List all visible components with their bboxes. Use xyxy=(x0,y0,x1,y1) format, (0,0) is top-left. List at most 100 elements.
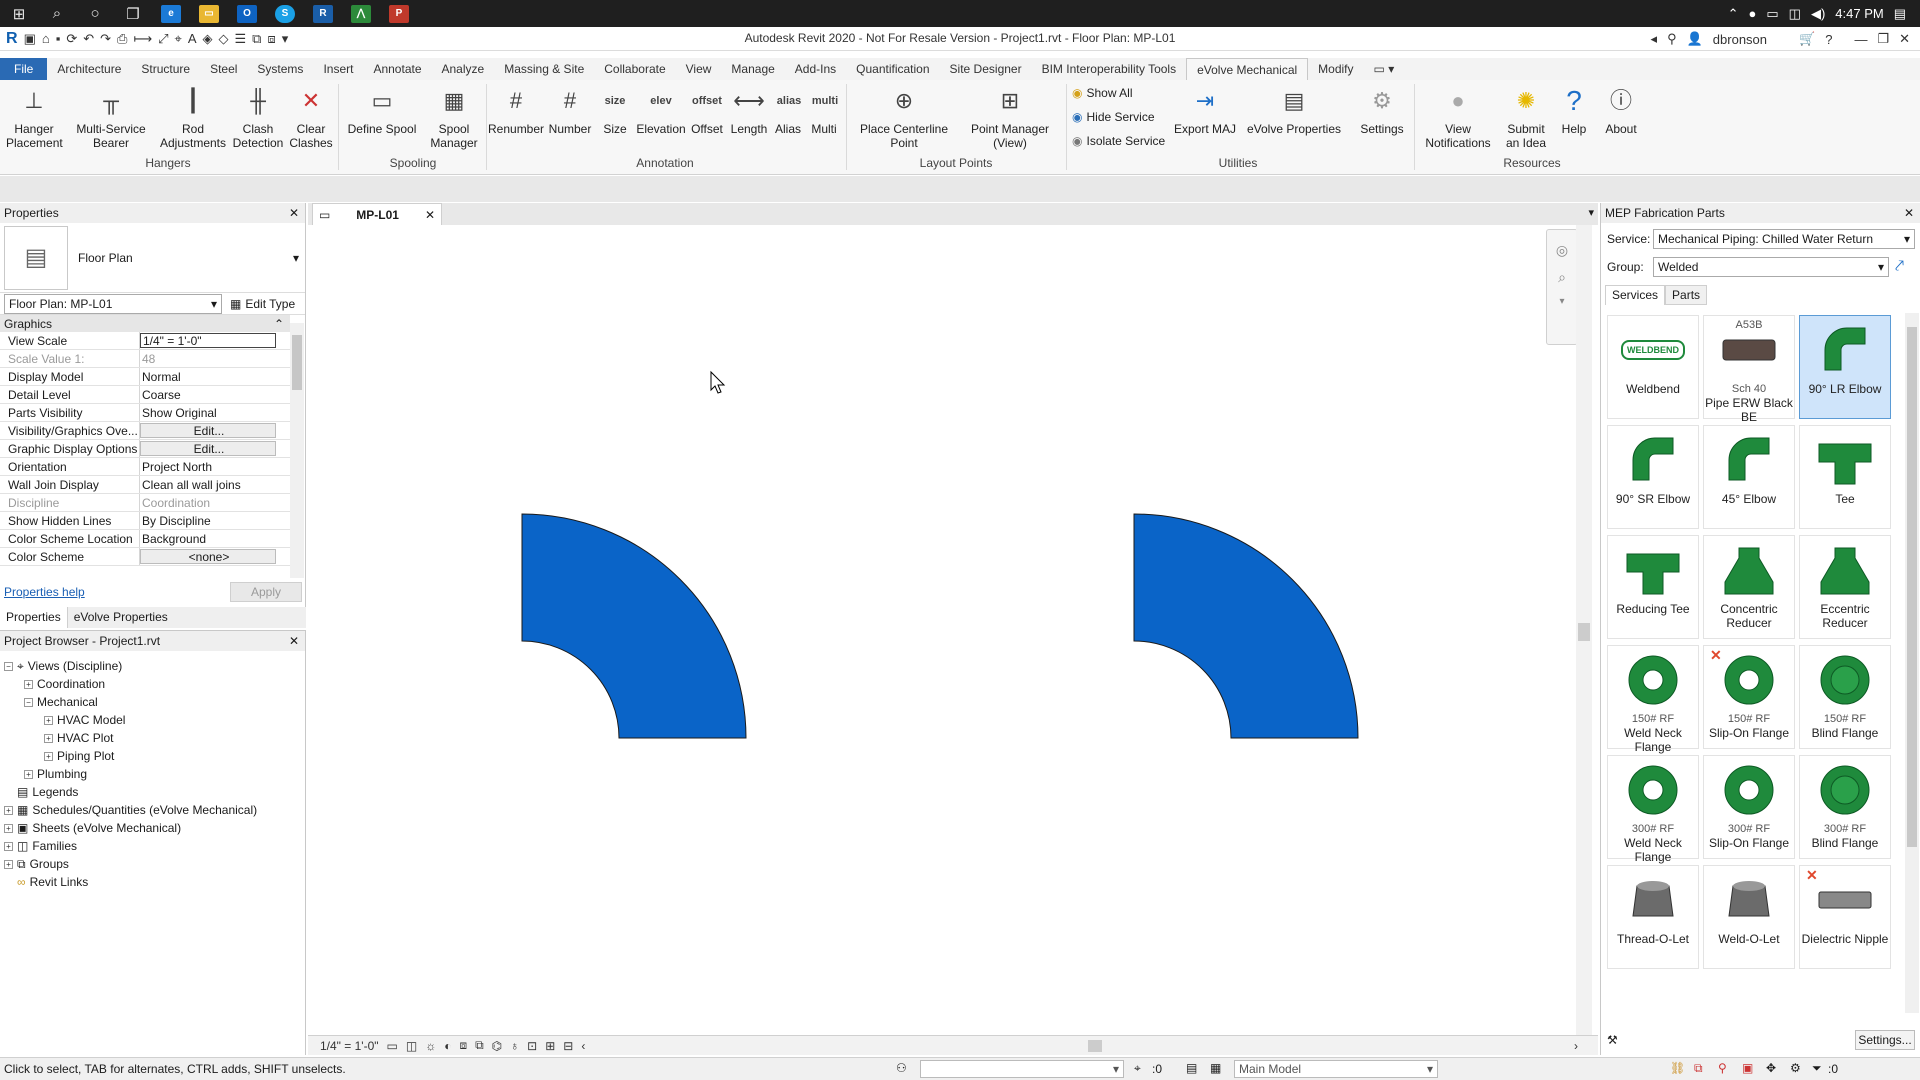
scroll-left-icon[interactable]: ‹ xyxy=(581,1039,585,1053)
tree-coordination[interactable]: + Coordination xyxy=(24,675,105,693)
point-manager-button[interactable]: ⊞ Point Manager (View) xyxy=(960,84,1060,151)
tab-evolve-mechanical[interactable]: eVolve Mechanical xyxy=(1186,58,1309,80)
save-icon[interactable]: ▪ xyxy=(56,31,61,46)
prop-row-vg-overrides[interactable]: Visibility/Graphics Ove... Edit... xyxy=(0,422,290,440)
chevron-down-icon[interactable]: ▾ xyxy=(293,251,299,265)
worksets-icon[interactable]: ⚇ xyxy=(896,1061,907,1075)
tab-properties[interactable]: Properties xyxy=(0,607,68,628)
p3-icon[interactable]: P xyxy=(380,0,418,27)
clash-detection-button[interactable]: ╫ Clash Detection xyxy=(230,84,286,151)
place-centerline-point-button[interactable]: ⊕ Place Centerline Point xyxy=(856,84,952,151)
edge-icon[interactable]: e xyxy=(152,0,190,27)
export-maj-button[interactable]: ⇥ Export MAJ xyxy=(1172,84,1238,137)
prop-row-view-scale[interactable]: View Scale 1/4" = 1'-0" xyxy=(0,332,290,350)
close-icon[interactable]: ✕ xyxy=(425,208,435,222)
expand-icon[interactable]: + xyxy=(44,733,53,743)
tab-steel[interactable]: Steel xyxy=(200,58,247,80)
part-tile[interactable]: Tee xyxy=(1799,425,1891,529)
size-button[interactable]: size Size xyxy=(596,84,634,136)
part-tile[interactable]: A53B Sch 40 Pipe ERW Black BE xyxy=(1703,315,1795,424)
view-scale-input[interactable]: 1/4" = 1'-0" xyxy=(140,333,276,348)
evolve-properties-button[interactable]: ▤ eVolve Properties xyxy=(1244,84,1344,137)
tab-analyze[interactable]: Analyze xyxy=(432,58,495,80)
tree-families[interactable]: + ◫ Families xyxy=(4,837,77,855)
parts-scrollbar[interactable] xyxy=(1905,313,1919,1013)
undo-icon[interactable]: ↶ xyxy=(83,31,94,47)
skype-icon[interactable]: S xyxy=(266,0,304,27)
part-tile[interactable]: 300# RF Slip-On Flange xyxy=(1703,755,1795,859)
workset-select[interactable]: ▾ xyxy=(920,1060,1124,1078)
select-pinned-icon[interactable]: ⚲ xyxy=(1718,1061,1727,1075)
part-tile[interactable]: Thread-O-Let xyxy=(1607,865,1699,969)
design-options-icon[interactable]: ▤ xyxy=(1186,1061,1197,1075)
revit-logo-icon[interactable]: R xyxy=(6,30,18,48)
horizontal-scrollbar[interactable] xyxy=(1088,1040,1102,1052)
part-tile[interactable]: WELDBEND Weldbend xyxy=(1607,315,1699,419)
edit-type-icon[interactable]: ▦ xyxy=(230,297,241,311)
tab-services[interactable]: Services xyxy=(1605,285,1666,305)
user-icon[interactable]: 👤 xyxy=(1687,31,1703,47)
battery-icon[interactable]: ▭ xyxy=(1766,6,1778,22)
isolate-service-button[interactable]: ◉ Isolate Service xyxy=(1072,134,1165,148)
temporary-hide-icon[interactable]: ⌬ xyxy=(492,1039,502,1053)
user-name[interactable]: dbronson xyxy=(1713,32,1767,47)
worksharing-icon[interactable]: ⊡ xyxy=(527,1039,537,1053)
select-underlay-icon[interactable]: ⧉ xyxy=(1694,1061,1703,1076)
settings-button[interactable]: Settings... xyxy=(1855,1030,1915,1050)
task-view-icon[interactable]: ❐ xyxy=(114,0,152,27)
help-button[interactable]: ? Help xyxy=(1554,84,1594,137)
tree-mechanical[interactable]: − Mechanical xyxy=(24,693,98,711)
part-tile[interactable]: 300# RF Weld Neck Flange xyxy=(1607,755,1699,864)
view-list-icon[interactable]: ▾ xyxy=(1588,206,1594,219)
rod-adjustments-button[interactable]: ┃ Rod Adjustments xyxy=(156,84,230,151)
tree-hvac-plot[interactable]: + HVAC Plot xyxy=(44,729,113,747)
part-tile[interactable]: Concentric Reducer xyxy=(1703,535,1795,639)
measure-icon[interactable]: ⟼ xyxy=(133,31,152,47)
filter-icon[interactable]: ⏷ xyxy=(1812,1061,1822,1076)
prop-row-detail-level[interactable]: Detail Level Coarse xyxy=(0,386,290,404)
type-selector[interactable]: ▤ Floor Plan ▾ xyxy=(0,223,305,293)
expand-icon[interactable]: + xyxy=(44,715,53,725)
background-processes-icon[interactable]: ⚙ xyxy=(1790,1061,1801,1075)
part-tile[interactable]: 90° SR Elbow xyxy=(1607,425,1699,529)
tag-icon[interactable]: ⌖ xyxy=(175,31,182,47)
chevron-left-icon[interactable]: ◂ xyxy=(1651,31,1658,47)
crop-view-icon[interactable]: ⧈ xyxy=(459,1038,467,1053)
tab-site-designer[interactable]: Site Designer xyxy=(940,58,1032,80)
properties-scrollbar[interactable] xyxy=(290,323,304,578)
editable-only-icon[interactable]: ⌖ xyxy=(1134,1061,1141,1076)
outlook-icon[interactable]: O xyxy=(228,0,266,27)
volume-icon[interactable]: ◀) xyxy=(1811,6,1825,22)
tab-parts[interactable]: Parts xyxy=(1665,285,1708,305)
section-icon[interactable]: ◇ xyxy=(219,31,229,47)
alias-button[interactable]: alias Alias xyxy=(772,84,804,136)
tab-bim-interoperability[interactable]: BIM Interoperability Tools xyxy=(1032,58,1187,80)
text-icon[interactable]: A xyxy=(188,31,197,46)
analytical-model-icon[interactable]: ⊞ xyxy=(545,1039,555,1053)
hide-service-button[interactable]: ◉ Hide Service xyxy=(1072,110,1155,124)
drawing-canvas[interactable]: ◎ ⌕ ▾ xyxy=(308,225,1598,1035)
service-select[interactable]: Mechanical Piping: Chilled Water Return … xyxy=(1653,229,1915,249)
tree-schedules[interactable]: + ▦ Schedules/Quantities (eVolve Mechanica… xyxy=(4,801,257,819)
elbow-fitting-right[interactable] xyxy=(1133,513,1359,739)
prop-row-orientation[interactable]: Orientation Project North xyxy=(0,458,290,476)
part-tile[interactable]: 150# RF Slip-On Flange ✕ xyxy=(1703,645,1795,749)
sync-icon[interactable]: ⟳ xyxy=(66,31,77,47)
expand-icon[interactable]: + xyxy=(4,823,13,833)
windows-start-icon[interactable]: ⊞ xyxy=(0,0,38,27)
tab-modify[interactable]: Modify xyxy=(1308,58,1363,80)
scrollbar-thumb[interactable] xyxy=(1907,327,1917,847)
tab-structure[interactable]: Structure xyxy=(131,58,200,80)
constraints-icon[interactable]: ⊟ xyxy=(563,1039,573,1053)
cart-icon[interactable]: 🛒 xyxy=(1799,31,1815,47)
part-tile[interactable]: 150# RF Weld Neck Flange xyxy=(1607,645,1699,754)
expand-icon[interactable]: + xyxy=(24,679,33,689)
expand-icon[interactable]: + xyxy=(24,769,33,779)
elbow-fitting-left[interactable] xyxy=(521,513,747,739)
redo-icon[interactable]: ↷ xyxy=(100,31,111,47)
multi-button[interactable]: multi Multi xyxy=(808,84,840,136)
close-icon[interactable]: ✕ xyxy=(289,634,299,648)
steering-wheel-icon[interactable]: ◎ xyxy=(1556,242,1568,259)
open-icon[interactable]: ⌂ xyxy=(42,31,50,46)
select-by-face-icon[interactable]: ▣ xyxy=(1742,1061,1753,1075)
